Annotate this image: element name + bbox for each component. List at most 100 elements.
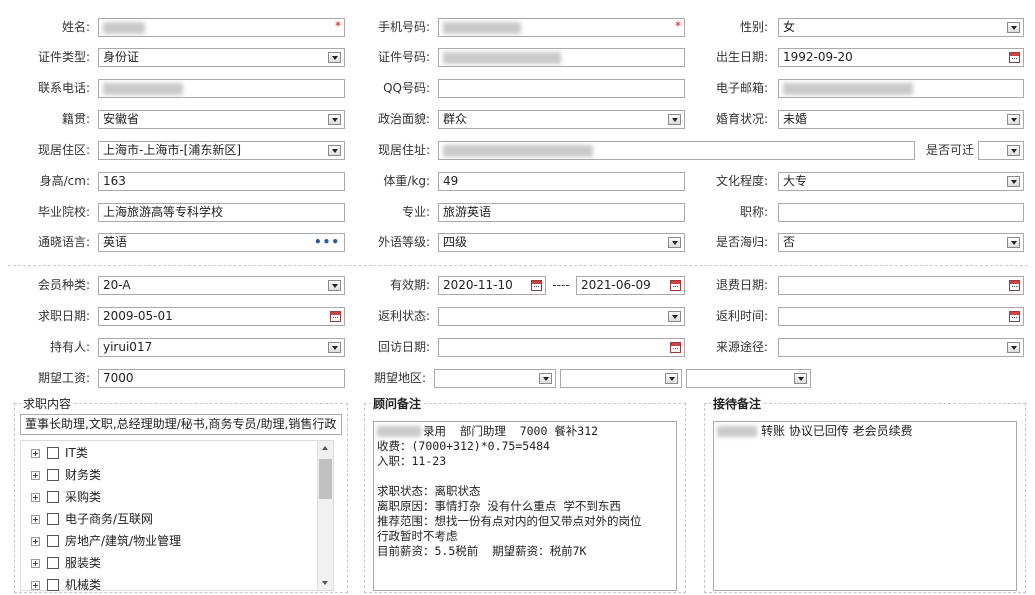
tree-item[interactable]: 服装类 (31, 553, 101, 573)
expected-area-label: 期望地区: (373, 371, 426, 385)
address-input[interactable] (438, 141, 915, 160)
chevron-down-icon[interactable] (328, 280, 341, 291)
category-checkbox[interactable] (47, 491, 59, 503)
note-line: 求职状态：离职状态 (377, 484, 481, 498)
source-select[interactable] (778, 338, 1024, 357)
birth-date-input[interactable]: 1992-09-20 (778, 48, 1024, 67)
lang-level-label: 外语等级: (377, 235, 430, 249)
tree-item[interactable]: 采购类 (31, 487, 101, 507)
chevron-down-icon[interactable] (328, 342, 341, 353)
gender-label: 性别: (739, 20, 768, 34)
calendar-icon[interactable] (531, 280, 542, 291)
job-content-summary-input[interactable]: 董事长助理,文职,总经理助理/秘书,商务专员/助理,销售行政 (20, 414, 342, 435)
marital-select[interactable]: 未婚 (778, 110, 1024, 129)
chevron-down-icon[interactable] (328, 114, 341, 125)
weight-input[interactable]: 49 (438, 172, 685, 191)
expected-area-select-1[interactable] (434, 369, 556, 388)
category-checkbox[interactable] (47, 513, 59, 525)
tree-item[interactable]: IT类 (31, 443, 88, 463)
calendar-icon[interactable] (1009, 280, 1020, 291)
id-type-select[interactable]: 身份证 (98, 48, 345, 67)
scroll-down-icon[interactable] (318, 576, 333, 590)
calendar-icon[interactable] (1009, 311, 1020, 322)
tree-item[interactable]: 房地产/建筑/物业管理 (31, 531, 181, 551)
lang-level-select[interactable]: 四级 (438, 233, 685, 252)
expected-area-select-2[interactable] (560, 369, 682, 388)
expand-icon[interactable] (31, 536, 40, 546)
relocate-select[interactable] (978, 141, 1024, 160)
email-input[interactable] (778, 79, 1024, 98)
refund-date-input[interactable] (778, 276, 1024, 295)
major-input[interactable]: 旅游英语 (438, 203, 685, 222)
phone-input[interactable] (98, 79, 345, 98)
chevron-down-icon[interactable] (328, 145, 341, 156)
expand-icon[interactable] (31, 580, 40, 590)
calendar-icon[interactable] (1009, 52, 1020, 63)
category-checkbox[interactable] (47, 447, 59, 459)
tree-item[interactable]: 电子商务/互联网 (31, 509, 153, 529)
category-checkbox[interactable] (47, 579, 59, 591)
chevron-down-icon[interactable] (668, 114, 681, 125)
chevron-down-icon[interactable] (668, 311, 681, 322)
chevron-down-icon[interactable] (1007, 237, 1020, 248)
expected-area-select-3[interactable] (686, 369, 811, 388)
qq-input[interactable] (438, 79, 685, 98)
validity-from-input[interactable]: 2020-11-10 (438, 276, 546, 295)
expand-icon[interactable] (31, 448, 40, 458)
calendar-icon[interactable] (670, 342, 681, 353)
calendar-icon[interactable] (670, 280, 681, 291)
scroll-up-icon[interactable] (318, 441, 333, 455)
height-input[interactable]: 163 (98, 172, 345, 191)
expand-icon[interactable] (31, 492, 40, 502)
title-input[interactable] (778, 203, 1024, 222)
phone-label: 联系电话: (37, 81, 90, 95)
validity-to-input[interactable]: 2021-06-09 (576, 276, 685, 295)
more-icon[interactable]: ••• (314, 234, 340, 251)
note-line: 推荐范围：想找一份有点对内的但又带点对外的岗位 (377, 514, 642, 528)
political-select[interactable]: 群众 (438, 110, 685, 129)
reception-notes-title: 接待备注 (711, 395, 764, 412)
chevron-down-icon[interactable] (328, 52, 341, 63)
chevron-down-icon[interactable] (1007, 22, 1020, 33)
tree-item[interactable]: 机械类 (31, 575, 101, 595)
chevron-down-icon[interactable] (1007, 145, 1020, 156)
expand-icon[interactable] (31, 470, 40, 480)
returnee-select[interactable]: 否 (778, 233, 1024, 252)
visit-date-input[interactable] (438, 338, 685, 357)
category-checkbox[interactable] (47, 557, 59, 569)
chevron-down-icon[interactable] (794, 373, 807, 384)
job-date-input[interactable]: 2009-05-01 (98, 307, 345, 326)
rebate-status-select[interactable] (438, 307, 685, 326)
consultant-notes-textarea[interactable]: 录用 部门助理 7000 餐补312 收费：(7000+312)*0.75=548… (373, 421, 677, 591)
residence-area-select[interactable]: 上海市-上海市-[浦东新区] (98, 141, 345, 160)
chevron-down-icon[interactable] (539, 373, 552, 384)
category-checkbox[interactable] (47, 535, 59, 547)
expand-icon[interactable] (31, 514, 40, 524)
chevron-down-icon[interactable] (1007, 342, 1020, 353)
chevron-down-icon[interactable] (1007, 176, 1020, 187)
required-star-icon: * (335, 19, 341, 33)
tree-item[interactable]: 财务类 (31, 465, 101, 485)
category-checkbox[interactable] (47, 469, 59, 481)
chevron-down-icon[interactable] (665, 373, 678, 384)
reception-notes-textarea[interactable]: 转账 协议已回传 老会员续费 (713, 421, 1017, 591)
gender-select[interactable]: 女 (778, 18, 1024, 37)
chevron-down-icon[interactable] (1007, 114, 1020, 125)
holder-select[interactable]: yirui017 (98, 338, 345, 357)
calendar-icon[interactable] (330, 311, 341, 322)
source-label: 来源途径: (715, 340, 768, 354)
education-select[interactable]: 大专 (778, 172, 1024, 191)
rebate-time-input[interactable] (778, 307, 1024, 326)
member-type-select[interactable]: 20-A (98, 276, 345, 295)
school-input[interactable]: 上海旅游高等专科学校 (98, 203, 345, 222)
chevron-down-icon[interactable] (668, 237, 681, 248)
language-input[interactable]: 英语 ••• (98, 233, 345, 252)
tree-scrollbar[interactable] (317, 441, 333, 590)
expected-salary-input[interactable]: 7000 (98, 369, 345, 388)
expand-icon[interactable] (31, 558, 40, 568)
native-place-select[interactable]: 安徽省 (98, 110, 345, 129)
name-input[interactable]: * (98, 18, 345, 37)
id-no-input[interactable] (438, 48, 685, 67)
scroll-thumb[interactable] (319, 459, 332, 499)
mobile-input[interactable]: * (438, 18, 685, 37)
